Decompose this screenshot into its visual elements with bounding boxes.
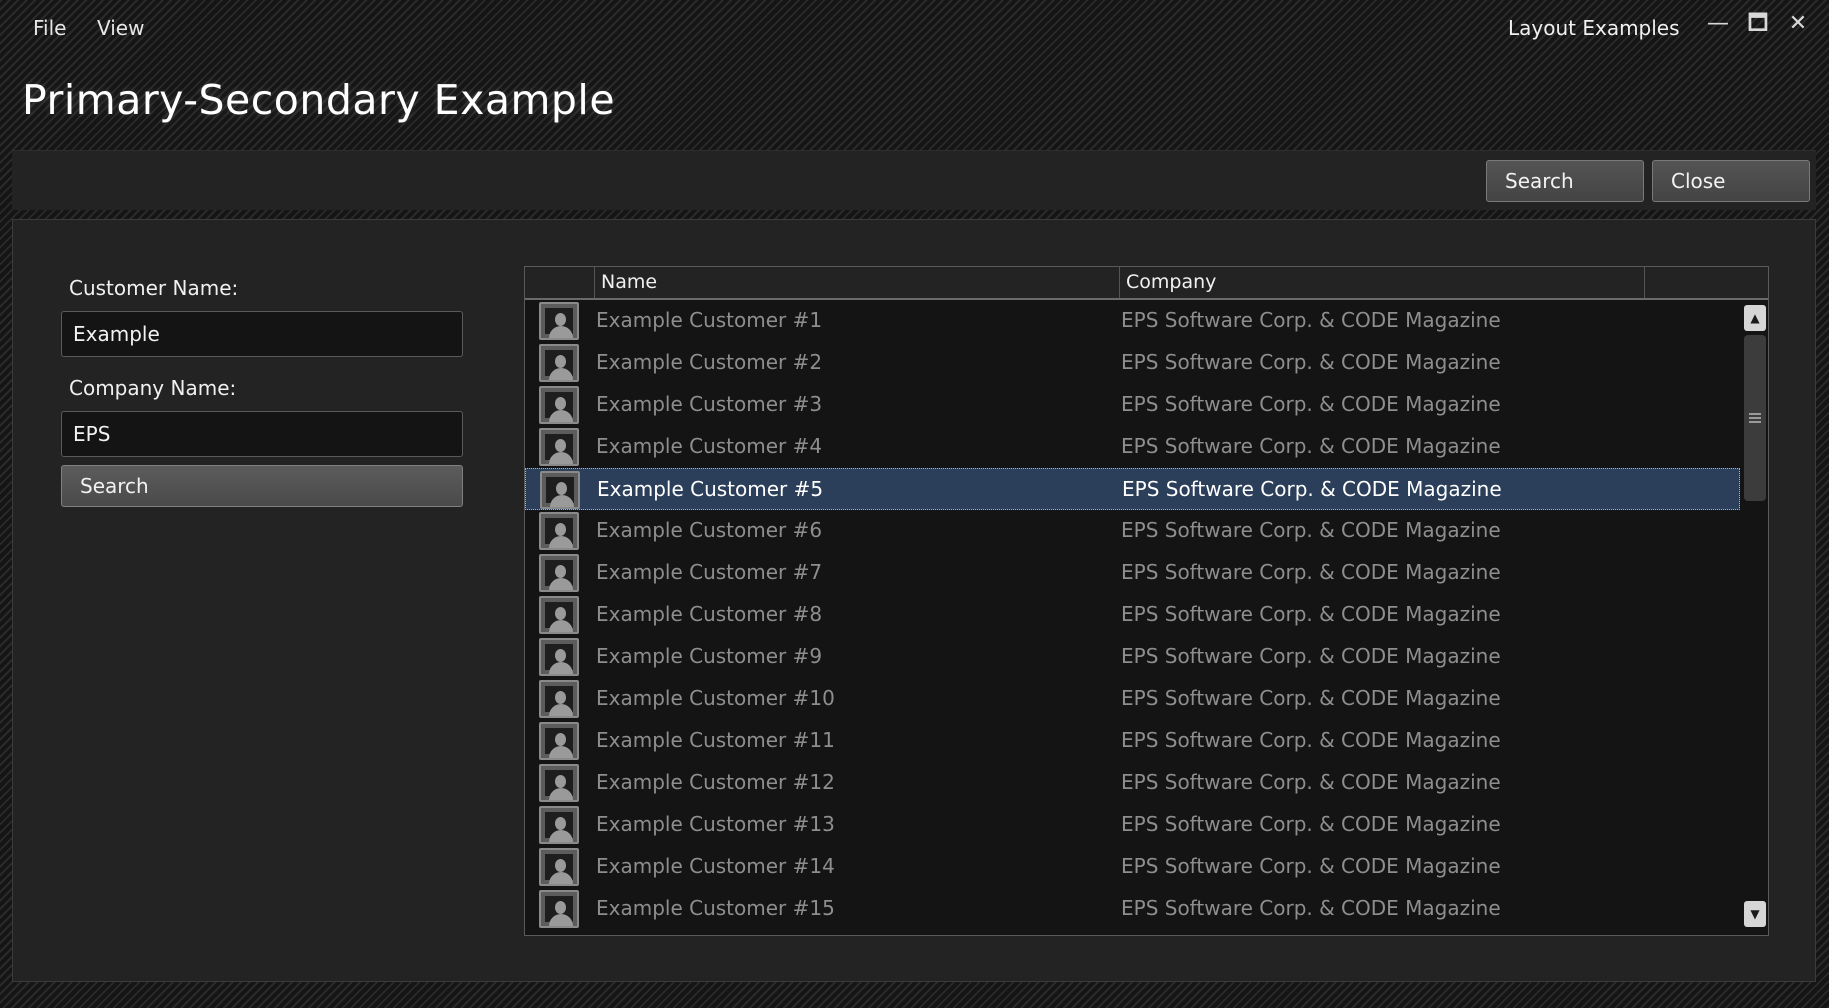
window-title: Layout Examples — [1508, 16, 1680, 40]
minimize-icon[interactable]: — — [1704, 10, 1732, 38]
row-name-cell: Example Customer #4 — [596, 434, 823, 458]
row-company-cell: EPS Software Corp. & CODE Magazine — [1122, 477, 1502, 501]
scroll-down-icon[interactable]: ▼ — [1744, 901, 1766, 927]
row-name-cell: Example Customer #1 — [596, 308, 823, 332]
table-row[interactable]: Example Customer #6 EPS Software Corp. & … — [525, 510, 1740, 552]
company-name-input[interactable] — [61, 411, 463, 457]
row-company-cell: EPS Software Corp. & CODE Magazine — [1121, 308, 1501, 332]
user-photo-icon — [539, 596, 579, 634]
row-company-cell: EPS Software Corp. & CODE Magazine — [1121, 812, 1501, 836]
table-row[interactable]: Example Customer #12 EPS Software Corp. &… — [525, 762, 1740, 804]
row-name-cell: Example Customer #11 — [596, 728, 835, 752]
table-row[interactable]: Example Customer #3 EPS Software Corp. & … — [525, 384, 1740, 426]
row-name-cell: Example Customer #14 — [596, 854, 835, 878]
user-photo-icon — [539, 638, 579, 676]
user-photo-icon — [539, 890, 579, 928]
maximize-icon[interactable]: 🗖 — [1744, 10, 1772, 38]
row-name-cell: Example Customer #13 — [596, 812, 835, 836]
table-row[interactable]: Example Customer #15 EPS Software Corp. &… — [525, 888, 1740, 930]
header-company-column[interactable]: Company — [1120, 267, 1645, 298]
row-company-cell: EPS Software Corp. & CODE Magazine — [1121, 728, 1501, 752]
row-name-cell: Example Customer #2 — [596, 350, 823, 374]
page-title: Primary-Secondary Example — [22, 76, 616, 124]
row-company-cell: EPS Software Corp. & CODE Magazine — [1121, 602, 1501, 626]
header-extra-column[interactable] — [1645, 267, 1768, 298]
row-company-cell: EPS Software Corp. & CODE Magazine — [1121, 686, 1501, 710]
customer-grid[interactable]: Name Company Example Customer #1 EPS Soft… — [524, 266, 1769, 936]
table-row[interactable]: Example Customer #7 EPS Software Corp. & … — [525, 552, 1740, 594]
user-photo-icon — [539, 302, 579, 340]
table-row[interactable]: Example Customer #11 EPS Software Corp. &… — [525, 720, 1740, 762]
row-name-cell: Example Customer #7 — [596, 560, 823, 584]
user-photo-icon — [539, 428, 579, 466]
header-name-column[interactable]: Name — [595, 267, 1120, 298]
table-row[interactable]: Example Customer #4 EPS Software Corp. & … — [525, 426, 1740, 468]
user-photo-icon — [539, 764, 579, 802]
user-photo-icon — [540, 471, 580, 509]
row-name-cell: Example Customer #3 — [596, 392, 823, 416]
table-row[interactable]: Example Customer #9 EPS Software Corp. & … — [525, 636, 1740, 678]
row-name-cell: Example Customer #15 — [596, 896, 835, 920]
row-company-cell: EPS Software Corp. & CODE Magazine — [1121, 644, 1501, 668]
header-icon-column[interactable] — [525, 267, 595, 298]
toolbar-search-button[interactable]: Search — [1486, 160, 1644, 202]
row-name-cell: Example Customer #8 — [596, 602, 823, 626]
row-name-cell: Example Customer #9 — [596, 644, 823, 668]
menu-file[interactable]: File — [33, 16, 66, 40]
scroll-up-icon[interactable]: ▲ — [1744, 305, 1766, 331]
user-photo-icon — [539, 512, 579, 550]
customer-name-label: Customer Name: — [69, 276, 239, 300]
table-row[interactable]: Example Customer #8 EPS Software Corp. & … — [525, 594, 1740, 636]
row-company-cell: EPS Software Corp. & CODE Magazine — [1121, 518, 1501, 542]
user-photo-icon — [539, 680, 579, 718]
grid-header: Name Company — [525, 267, 1768, 300]
company-name-label: Company Name: — [69, 376, 237, 400]
table-row[interactable]: Example Customer #10 EPS Software Corp. &… — [525, 678, 1740, 720]
user-photo-icon — [539, 386, 579, 424]
row-name-cell: Example Customer #5 — [597, 477, 824, 501]
row-company-cell: EPS Software Corp. & CODE Magazine — [1121, 350, 1501, 374]
user-photo-icon — [539, 806, 579, 844]
search-button[interactable]: Search — [61, 465, 463, 507]
row-name-cell: Example Customer #6 — [596, 518, 823, 542]
table-row[interactable]: Example Customer #5 EPS Software Corp. & … — [525, 468, 1740, 510]
toolbar-close-button[interactable]: Close — [1652, 160, 1810, 202]
row-company-cell: EPS Software Corp. & CODE Magazine — [1121, 854, 1501, 878]
table-row[interactable]: Example Customer #13 EPS Software Corp. &… — [525, 804, 1740, 846]
row-name-cell: Example Customer #10 — [596, 686, 835, 710]
table-row[interactable]: Example Customer #2 EPS Software Corp. & … — [525, 342, 1740, 384]
table-row[interactable]: Example Customer #1 EPS Software Corp. & … — [525, 300, 1740, 342]
close-icon[interactable]: ✕ — [1784, 10, 1812, 38]
scroll-thumb[interactable] — [1744, 335, 1766, 501]
grip-icon — [1749, 411, 1761, 423]
toolbar: Search Close — [12, 150, 1816, 210]
user-photo-icon — [539, 848, 579, 886]
row-company-cell: EPS Software Corp. & CODE Magazine — [1121, 392, 1501, 416]
grid-rows: Example Customer #1 EPS Software Corp. & … — [525, 300, 1740, 935]
row-company-cell: EPS Software Corp. & CODE Magazine — [1121, 560, 1501, 584]
row-company-cell: EPS Software Corp. & CODE Magazine — [1121, 770, 1501, 794]
row-name-cell: Example Customer #12 — [596, 770, 835, 794]
customer-name-input[interactable] — [61, 311, 463, 357]
menu-bar: File View Layout Examples — 🗖 ✕ — [0, 0, 1829, 58]
row-company-cell: EPS Software Corp. & CODE Magazine — [1121, 434, 1501, 458]
user-photo-icon — [539, 554, 579, 592]
user-photo-icon — [539, 344, 579, 382]
menu-view[interactable]: View — [97, 16, 144, 40]
vertical-scrollbar[interactable]: ▲ ▼ — [1740, 300, 1768, 935]
row-company-cell: EPS Software Corp. & CODE Magazine — [1121, 896, 1501, 920]
user-photo-icon — [539, 722, 579, 760]
table-row[interactable]: Example Customer #14 EPS Software Corp. &… — [525, 846, 1740, 888]
main-panel: Customer Name: Company Name: Search Name… — [12, 219, 1816, 982]
